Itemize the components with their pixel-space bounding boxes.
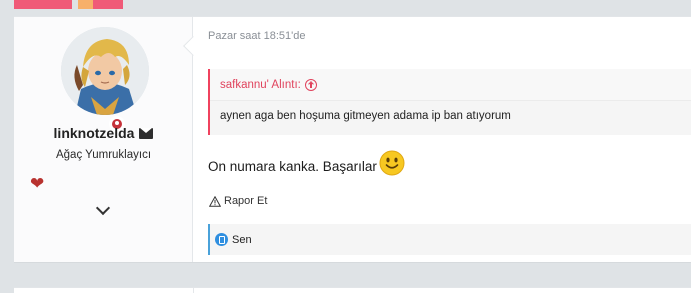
chevron-down-icon[interactable] — [95, 200, 111, 216]
post-timestamp[interactable]: Pazar saat 18:51'de — [208, 30, 306, 42]
quote-block: safkannu' Alıntı: aynen aga ben hoşuma g… — [208, 69, 691, 135]
mail-icon[interactable] — [139, 127, 154, 139]
quote-header[interactable]: safkannu' Alıntı: — [210, 69, 691, 101]
username-row: linknotzelda — [14, 125, 193, 141]
tab-strip-3 — [93, 0, 123, 9]
next-post — [14, 287, 691, 293]
avatar[interactable] — [61, 27, 149, 115]
user-title: Ağaç Yumruklayıcı — [55, 149, 152, 161]
post-content: Pazar saat 18:51'de safkannu' Alıntı: ay… — [208, 17, 691, 262]
message-text: On numara kanka. Başarılar — [208, 159, 377, 174]
tab-strip-1 — [14, 0, 72, 9]
quote-text: aynen aga ben hoşuma gitmeyen adama ip b… — [220, 110, 511, 122]
quote-author[interactable]: safkannu' Alıntı: — [220, 79, 301, 91]
report-label[interactable]: Rapor Et — [224, 195, 267, 207]
report-link[interactable]: Rapor Et — [209, 195, 267, 207]
heart-icon: ❤ — [30, 174, 45, 193]
warning-icon — [209, 195, 221, 207]
likes-users[interactable]: Sen — [232, 234, 252, 246]
post-message: On numara kanka. Başarılar — [208, 150, 405, 176]
avatar-image — [61, 27, 149, 115]
likes-bar: Sen — [208, 224, 691, 255]
tab-strip-2 — [78, 0, 93, 9]
forum-post: linknotzelda Ağaç Yumruklayıcı ❤ Pazar s… — [14, 16, 691, 263]
top-color-bar — [0, 0, 130, 9]
arrow-up-circle-icon[interactable] — [304, 78, 317, 91]
username[interactable]: linknotzelda — [54, 125, 135, 141]
smile-emoji-icon — [379, 150, 405, 176]
user-sidebar: linknotzelda Ağaç Yumruklayıcı ❤ — [14, 17, 193, 262]
like-icon — [215, 233, 228, 246]
